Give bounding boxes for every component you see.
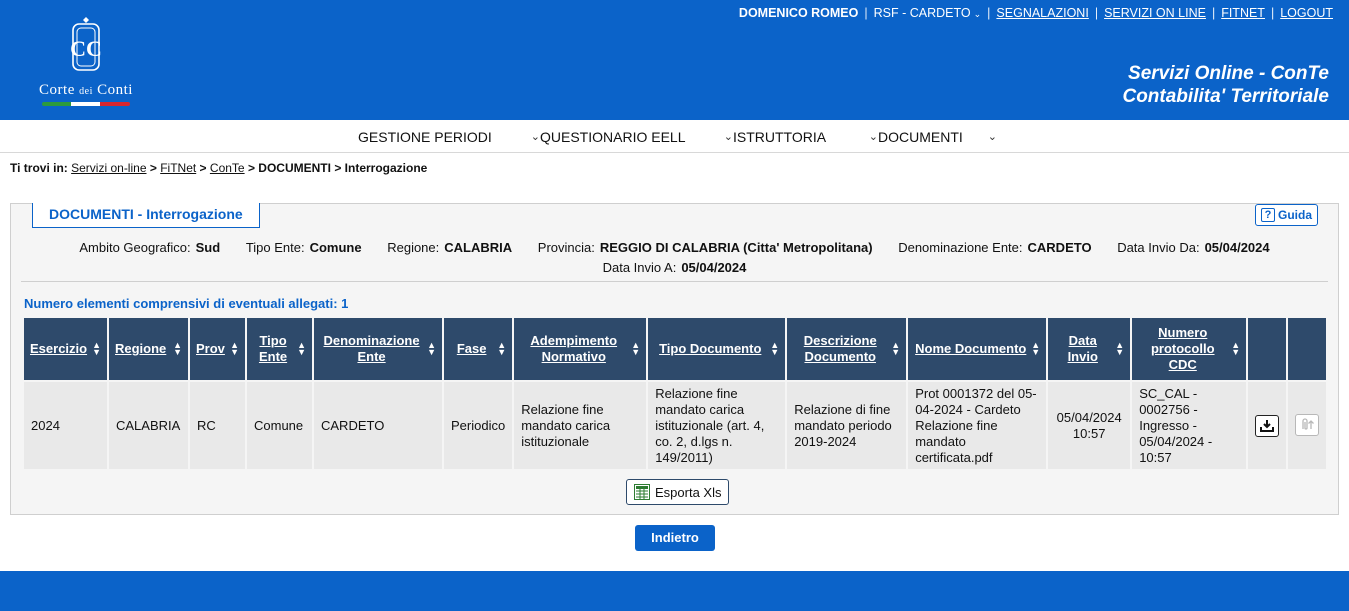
- rsf-selector[interactable]: RSF - CARDETO ⌄: [874, 6, 982, 20]
- help-icon: ?: [1260, 208, 1275, 222]
- svg-text:CC: CC: [70, 36, 102, 61]
- nav-questionario-eell[interactable]: QUESTIONARIO EELL ⌄: [540, 129, 733, 145]
- nav-documenti[interactable]: DOCUMENTI ⌄: [878, 129, 997, 145]
- col-descrizione-documento[interactable]: Descrizione Documento ▲ ▼: [787, 318, 907, 380]
- cell-nome-documento: Prot 0001372 del 05-04-2024 - Cardeto Re…: [908, 382, 1047, 469]
- sort-icon: ▲ ▼: [427, 340, 436, 357]
- filter-data-invio-a: Data Invio A: 05/04/2024: [602, 260, 747, 275]
- emblem-icon: CC: [70, 17, 102, 71]
- user-topbar: DOMENICO ROMEO | RSF - CARDETO ⌄ | SEGNAL…: [738, 6, 1333, 20]
- col-nome-documento[interactable]: Nome Documento ▲ ▼: [908, 318, 1047, 380]
- filter-tipo-ente: Tipo Ente: Comune: [245, 240, 362, 255]
- user-name: DOMENICO ROMEO: [738, 6, 859, 20]
- cell-tipo-ente: Comune: [247, 382, 312, 469]
- download-icon: [1260, 419, 1275, 432]
- filter-provincia: Provincia: REGGIO DI CALABRIA (Citta' Met…: [537, 240, 873, 255]
- download-button[interactable]: [1255, 414, 1280, 437]
- col-prov[interactable]: Prov ▲ ▼: [190, 318, 245, 380]
- cell-regione: CALABRIA: [109, 382, 188, 469]
- chevron-down-icon: ⌄: [868, 131, 878, 143]
- cell-fase: Periodico: [444, 382, 513, 469]
- filter-regione: Regione: CALABRIA: [387, 240, 513, 255]
- col-esercizio[interactable]: Esercizio ▲ ▼: [24, 318, 107, 380]
- breadcrumb-conte[interactable]: ConTe: [210, 161, 245, 175]
- link-segnalazioni[interactable]: SEGNALAZIONI: [996, 6, 1088, 20]
- chevron-down-icon: ⌄: [987, 131, 997, 143]
- attachment-upload-button: [1295, 414, 1320, 436]
- nav-istruttoria[interactable]: ISTRUTTORIA ⌄: [733, 129, 878, 145]
- sort-icon: ▲ ▼: [173, 340, 182, 357]
- breadcrumb-fitnet[interactable]: FiTNet: [160, 161, 196, 175]
- col-adempimento-normativo[interactable]: Adempimento Normativo ▲ ▼: [514, 318, 647, 380]
- col-download: [1248, 318, 1287, 380]
- panel-title: DOCUMENTI - Interrogazione: [32, 203, 260, 228]
- excel-icon: [634, 484, 650, 500]
- site-footer: [0, 571, 1349, 611]
- cell-esercizio: 2024: [24, 382, 107, 469]
- divider: [21, 281, 1328, 282]
- col-tipo-documento[interactable]: Tipo Documento ▲ ▼: [648, 318, 786, 380]
- documents-panel: DOCUMENTI - Interrogazione ? Guida Ambit…: [10, 203, 1339, 515]
- sort-icon: ▲ ▼: [631, 340, 641, 357]
- chevron-down-icon: ⌄: [723, 131, 733, 143]
- col-data-invio[interactable]: Data Invio ▲ ▼: [1048, 318, 1131, 380]
- guida-button[interactable]: ? Guida: [1254, 204, 1318, 226]
- breadcrumb-documenti: DOCUMENTI: [258, 161, 331, 175]
- sort-icon: ▲ ▼: [770, 340, 780, 357]
- breadcrumb: Ti trovi in: Servizi on-line > FiTNet > …: [10, 161, 428, 175]
- cell-prov: RC: [190, 382, 245, 469]
- main-nav: GESTIONE PERIODI ⌄ QUESTIONARIO EELL ⌄ IST…: [0, 120, 1349, 153]
- nav-gestione-periodi[interactable]: GESTIONE PERIODI ⌄: [358, 129, 540, 145]
- logout-link[interactable]: LOGOUT: [1280, 6, 1333, 20]
- results-count: Numero elementi comprensivi di eventuali…: [24, 296, 349, 311]
- chevron-down-icon: ⌄: [973, 9, 982, 19]
- sort-icon: ▲ ▼: [497, 340, 507, 357]
- cell-adempimento: Relazione fine mandato carica istituzion…: [514, 382, 647, 469]
- col-numero-protocollo[interactable]: Numero protocollo CDC ▲ ▼: [1132, 318, 1247, 380]
- sort-icon: ▲ ▼: [230, 340, 239, 357]
- col-regione[interactable]: Regione ▲ ▼: [109, 318, 188, 380]
- chevron-down-icon: ⌄: [530, 131, 540, 143]
- export-xls-button[interactable]: Esporta Xls: [626, 479, 730, 505]
- filter-data-invio-da: Data Invio Da: 05/04/2024: [1117, 240, 1270, 255]
- italian-flag-stripe: [42, 102, 130, 106]
- link-fitnet[interactable]: FITNET: [1221, 6, 1265, 20]
- cell-download: [1248, 382, 1287, 469]
- col-denominazione-ente[interactable]: Denominazione Ente ▲ ▼: [314, 318, 442, 380]
- cell-tipo-documento: Relazione fine mandato carica istituzion…: [648, 382, 786, 469]
- sort-icon: ▲ ▼: [297, 340, 306, 357]
- cell-data-invio: 05/04/2024 10:57: [1048, 382, 1131, 469]
- link-servizi-on-line[interactable]: SERVIZI ON LINE: [1104, 6, 1206, 20]
- cell-descrizione: Relazione di fine mandato periodo 2019-2…: [787, 382, 907, 469]
- sort-icon: ▲ ▼: [1115, 340, 1125, 357]
- site-header: CC Corte dei Conti DOMENICO ROMEO | RSF …: [0, 0, 1349, 120]
- cell-protocollo: SC_CAL - 0002756 - Ingresso - 05/04/2024…: [1132, 382, 1247, 469]
- col-tipo-ente[interactable]: Tipo Ente ▲ ▼: [247, 318, 312, 380]
- table-header-row: Esercizio ▲ ▼ Regione ▲ ▼ Prov ▲ ▼ Tipo Ente ▲ ▼…: [24, 318, 1327, 380]
- filter-summary: Ambito Geografico: Sud Tipo Ente: Comune R…: [11, 238, 1338, 278]
- app-title: Servizi Online - ConTe Contabilita' Terr…: [1122, 63, 1329, 107]
- table-row: 2024 CALABRIA RC Comune CARDETO Periodic…: [24, 382, 1327, 469]
- logo-wordmark: Corte dei Conti: [39, 82, 133, 98]
- sort-icon: ▲ ▼: [891, 340, 901, 357]
- breadcrumb-current: Interrogazione: [344, 161, 428, 175]
- filter-ambito: Ambito Geografico: Sud: [79, 240, 221, 255]
- sort-icon: ▲ ▼: [1231, 340, 1241, 357]
- filter-denominazione: Denominazione Ente: CARDETO: [898, 240, 1092, 255]
- col-fase[interactable]: Fase ▲ ▼: [444, 318, 513, 380]
- col-upload: [1288, 318, 1327, 380]
- attachment-upload-icon: [1302, 418, 1315, 430]
- sort-icon: ▲ ▼: [92, 340, 101, 357]
- sort-icon: ▲ ▼: [1031, 340, 1041, 357]
- documents-table: Esercizio ▲ ▼ Regione ▲ ▼ Prov ▲ ▼ Tipo Ente ▲ ▼…: [22, 316, 1328, 471]
- back-button[interactable]: Indietro: [635, 525, 715, 551]
- cell-upload: [1288, 382, 1327, 469]
- cell-denominazione: CARDETO: [314, 382, 442, 469]
- corte-dei-conti-logo[interactable]: CC Corte dei Conti: [20, 16, 152, 108]
- breadcrumb-servizi-on-line[interactable]: Servizi on-line: [71, 161, 146, 175]
